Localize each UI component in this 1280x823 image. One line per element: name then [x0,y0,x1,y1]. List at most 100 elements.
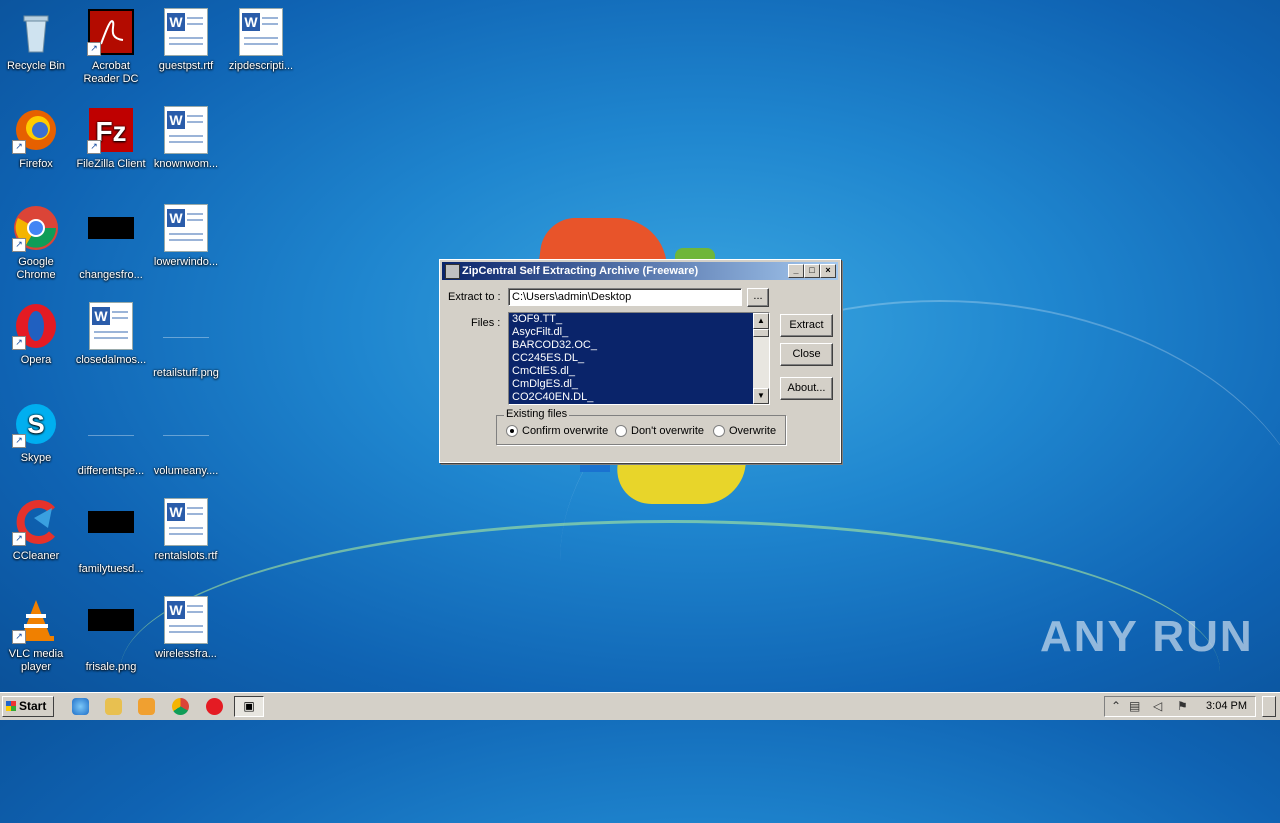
desktop-icon-closedalmos[interactable]: W closedalmos... [73,302,149,367]
desktop-icon-label: familytuesd... [78,563,144,575]
desktop-icon-skype[interactable]: S ↗ Skype [0,400,74,465]
windows-logo-yellow [613,456,747,504]
start-label: Start [19,699,47,713]
scroll-up-icon[interactable]: ▲ [753,313,769,329]
desktop-icon-frisale[interactable]: frisale.png [73,596,149,674]
desktop-icon-retailstuff[interactable]: retailstuff.png [148,302,224,380]
shortcut-arrow-icon: ↗ [12,336,26,350]
existing-files-label: Existing files [504,408,570,420]
internet-explorer-icon[interactable] [72,698,89,715]
desktop-icon-guestpst[interactable]: W guestpst.rtf [148,8,224,73]
scroll-down-icon[interactable]: ▼ [753,388,769,404]
radio-icon [713,425,725,437]
word-document-icon: W [237,8,285,56]
wallpaper-swirl [120,520,1220,823]
desktop-icon-differentspe[interactable]: differentspe... [73,400,149,478]
desktop-icon-ccleaner[interactable]: ↗ CCleaner [0,498,74,563]
list-item[interactable]: AsycFilt.dl_ [509,326,769,339]
word-document-icon: W [162,596,210,644]
list-item[interactable]: CO2C40EN.DL_ [509,391,769,404]
desktop-icon-acrobat-reader[interactable]: ↗ Acrobat Reader DC [73,8,149,86]
word-document-icon: W [162,204,210,252]
desktop-icon-opera[interactable]: ↗ Opera [0,302,74,367]
desktop-icon-label: volumeany.... [153,465,219,477]
word-document-icon: W [87,302,135,350]
desktop-icon-zipdescripti[interactable]: W zipdescripti... [223,8,299,73]
overwrite-radio[interactable]: Overwrite [713,425,776,437]
desktop-icon-familytuesd[interactable]: familytuesd... [73,498,149,576]
chrome-icon[interactable] [172,698,189,715]
svg-text:S: S [27,409,44,439]
close-icon[interactable]: × [820,264,836,278]
desktop-icon-rentalslots[interactable]: W rentalslots.rtf [148,498,224,563]
browse-button[interactable]: ... [747,288,769,307]
shortcut-arrow-icon: ↗ [12,630,26,644]
desktop-icon-firefox[interactable]: ↗ Firefox [0,106,74,171]
word-document-icon: W [162,498,210,546]
show-hidden-icons-icon[interactable]: ⌃ [1111,699,1121,714]
extract-button[interactable]: Extract [780,314,833,337]
about-button[interactable]: About... [780,377,833,400]
files-scrollbar[interactable]: ▲ ▼ [753,313,769,404]
app-icon [445,264,460,279]
desktop-icon-recycle-bin[interactable]: Recycle Bin [0,8,74,73]
word-document-icon: W [162,106,210,154]
image-thumbnail-icon [162,413,210,461]
taskbar-zipcentral-button[interactable]: ▣ [234,696,264,717]
clock[interactable]: 3:04 PM [1206,697,1247,716]
extract-to-field[interactable]: C:\Users\admin\Desktop [508,288,742,306]
zipcentral-dialog: ZipCentral Self Extracting Archive (Free… [439,259,841,463]
radio-selected-icon [506,425,518,437]
desktop-icon-label: Opera [20,354,52,366]
list-item[interactable]: CC245ES.DL_ [509,352,769,365]
extract-to-label: Extract to : [448,291,501,303]
desktop-icon-label: wirelessfra... [155,648,217,660]
desktop-icon-label: FileZilla Client [76,158,146,170]
files-listbox[interactable]: 3OF9.TT_ AsycFilt.dl_ BARCOD32.OC_ CC245… [508,312,770,405]
shortcut-arrow-icon: ↗ [87,42,101,56]
close-button[interactable]: Close [780,343,833,366]
desktop-icon-wirelessfra[interactable]: W wirelessfra... [148,596,224,661]
zipcentral-icon: ▣ [243,699,255,713]
maximize-button[interactable]: □ [804,264,820,278]
confirm-overwrite-radio[interactable]: Confirm overwrite [506,425,608,437]
anyrun-watermark: ANY RUN [1040,612,1254,661]
list-item[interactable]: BARCOD32.OC_ [509,339,769,352]
chrome-icon: ↗ [12,204,60,252]
radio-label: Overwrite [729,425,777,437]
show-desktop-button[interactable] [1262,696,1276,717]
desktop-icon-label: lowerwindo... [153,256,219,268]
firefox-icon: ↗ [12,106,60,154]
scroll-thumb[interactable] [753,329,769,337]
shortcut-arrow-icon: ↗ [12,532,26,546]
dont-overwrite-radio[interactable]: Don't overwrite [615,425,704,437]
opera-icon[interactable] [206,698,223,715]
taskbar: Start ▣ ⌃ ▤ ◁ ⚑ 3:04 PM [0,692,1280,720]
list-item[interactable]: CmCtlES.dl_ [509,365,769,378]
word-document-icon: W [162,8,210,56]
volume-icon[interactable]: ◁ [1153,699,1162,714]
desktop-icon-google-chrome[interactable]: ↗ Google Chrome [0,204,74,282]
dialog-title: ZipCentral Self Extracting Archive (Free… [462,265,699,277]
shortcut-arrow-icon: ↗ [87,140,101,154]
windows-flag-icon [6,701,16,711]
desktop-icon-knownwom[interactable]: W knownwom... [148,106,224,171]
network-icon[interactable]: ▤ [1129,699,1140,714]
desktop-icon-volumeany[interactable]: volumeany.... [148,400,224,478]
media-player-icon[interactable] [138,698,155,715]
list-item[interactable]: CmDlgES.dl_ [509,378,769,391]
list-item[interactable]: 3OF9.TT_ [509,313,769,326]
desktop-icon-changesfro[interactable]: changesfro... [73,204,149,282]
minimize-button[interactable]: _ [788,264,804,278]
dialog-titlebar[interactable]: ZipCentral Self Extracting Archive (Free… [442,262,838,280]
desktop-icon-lowerwindo[interactable]: W lowerwindo... [148,204,224,269]
desktop-icon-vlc[interactable]: ↗ VLC media player [0,596,74,674]
start-button[interactable]: Start [2,696,54,717]
folder-icon[interactable] [105,698,122,715]
desktop-icon-label: guestpst.rtf [158,60,214,72]
filezilla-icon: Fz ↗ [87,106,135,154]
desktop-icon-label: frisale.png [85,661,137,673]
desktop-icon-filezilla[interactable]: Fz ↗ FileZilla Client [73,106,149,171]
desktop-icon-label: differentspe... [77,465,145,477]
action-center-flag-icon[interactable]: ⚑ [1177,699,1188,714]
